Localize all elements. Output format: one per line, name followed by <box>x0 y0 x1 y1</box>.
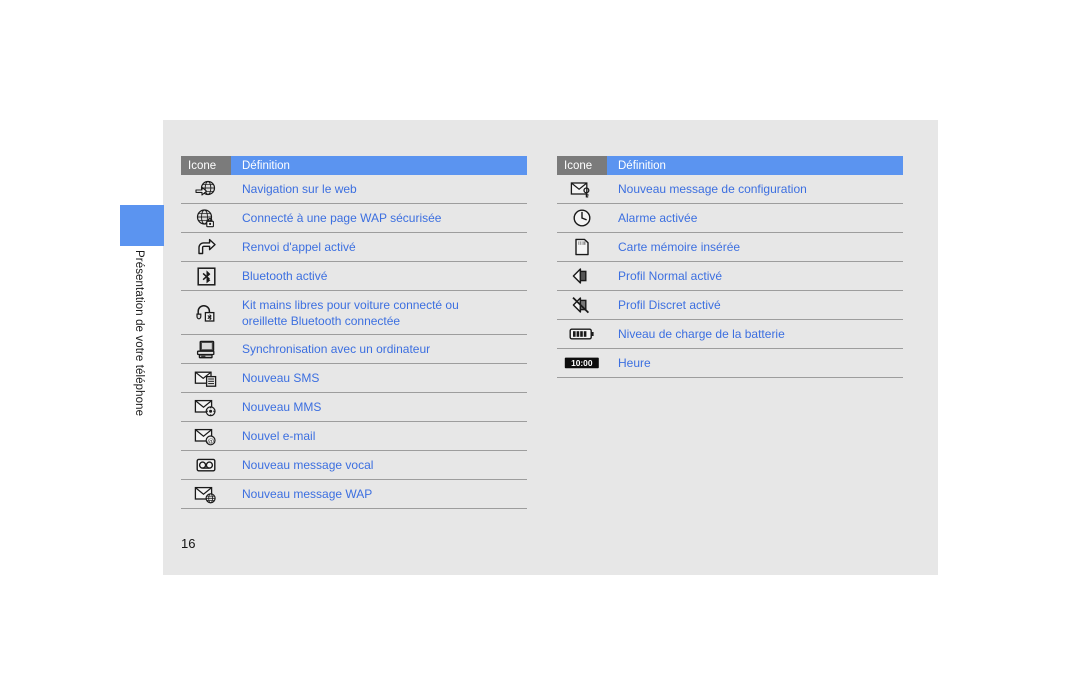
table-row: Nouveau message WAP <box>181 480 527 509</box>
table-header-left: Icone Définition <box>181 156 527 175</box>
table-row: Carte mémoire insérée <box>557 233 903 262</box>
envelope-sms-icon <box>181 369 231 388</box>
icon-table-right: Icone Définition Nouveau message de conf… <box>557 156 903 378</box>
header-cell-icone: Icone <box>557 156 607 175</box>
definition-text: Profil Discret activé <box>618 298 721 312</box>
table-row: Alarme activée <box>557 204 903 233</box>
table-header-right: Icone Définition <box>557 156 903 175</box>
definition-text: Niveau de charge de la batterie <box>618 327 785 341</box>
page-number: 16 <box>181 536 196 551</box>
envelope-config-icon <box>557 180 607 199</box>
svg-text:@: @ <box>207 436 214 445</box>
table-row: Connecté à une page WAP sécurisée <box>181 204 527 233</box>
definition-text: Nouveau message vocal <box>242 458 374 472</box>
bluetooth-icon <box>181 266 231 286</box>
header-cell-definition: Définition <box>231 156 527 175</box>
definition-text: Profil Normal activé <box>618 269 723 283</box>
table-row: Renvoi d'appel activé <box>181 233 527 262</box>
speaker-mute-icon <box>557 296 607 314</box>
clock-time-text: 10:00 <box>571 358 593 368</box>
globe-web-icon <box>181 179 231 199</box>
speaker-on-icon <box>557 267 607 285</box>
definition-text: Navigation sur le web <box>242 182 357 196</box>
envelope-wap-icon <box>181 485 231 504</box>
battery-icon <box>557 327 607 341</box>
table-row: Kit mains libres pour voiture connecté o… <box>181 291 527 335</box>
table-row: Nouveau MMS <box>181 393 527 422</box>
table-row: Profil Discret activé <box>557 291 903 320</box>
table-row: Navigation sur le web <box>181 175 527 204</box>
definition-text-line2: oreillette Bluetooth connectée <box>242 313 401 328</box>
icon-table-left: Icone Définition Navigation sur le web C… <box>181 156 527 509</box>
header-cell-definition: Définition <box>607 156 903 175</box>
chapter-tab-marker <box>120 205 164 246</box>
globe-lock-icon <box>181 208 231 228</box>
definition-text: Bluetooth activé <box>242 269 328 283</box>
table-row: Nouveau message vocal <box>181 451 527 480</box>
computer-sync-icon <box>181 340 231 359</box>
clock-time-icon: 10:00 <box>557 356 607 370</box>
table-row: Bluetooth activé <box>181 262 527 291</box>
definition-text: Alarme activée <box>618 211 698 225</box>
table-row: 10:00 Heure <box>557 349 903 378</box>
headset-bluetooth-icon <box>181 303 231 323</box>
memory-card-icon <box>557 237 607 257</box>
definition-text-line1: Kit mains libres pour voiture connecté o… <box>242 297 459 312</box>
table-row: Nouveau SMS <box>181 364 527 393</box>
table-row: Profil Normal activé <box>557 262 903 291</box>
definition-text: Synchronisation avec un ordinateur <box>242 342 431 356</box>
definition-text: Nouveau message de configuration <box>618 182 807 196</box>
manual-page-screenshot: Présentation de votre téléphone Icone Dé… <box>0 0 1080 696</box>
definition-text: Nouveau MMS <box>242 400 322 414</box>
definition-text: Nouvel e-mail <box>242 429 316 443</box>
chapter-label: Présentation de votre téléphone <box>133 250 145 417</box>
table-row: @ Nouvel e-mail <box>181 422 527 451</box>
table-row: Niveau de charge de la batterie <box>557 320 903 349</box>
definition-text: Kit mains libres pour voiture connecté o… <box>231 297 527 329</box>
voicemail-icon <box>181 456 231 474</box>
definition-text: Nouveau message WAP <box>242 487 373 501</box>
definition-text: Connecté à une page WAP sécurisée <box>242 211 442 225</box>
alarm-clock-icon <box>557 208 607 228</box>
definition-text: Heure <box>618 356 651 370</box>
envelope-mms-icon <box>181 398 231 417</box>
table-row: Nouveau message de configuration <box>557 175 903 204</box>
definition-text: Carte mémoire insérée <box>618 240 741 254</box>
header-cell-icone: Icone <box>181 156 231 175</box>
envelope-email-icon: @ <box>181 427 231 446</box>
definition-text: Renvoi d'appel activé <box>242 240 356 254</box>
table-row: Synchronisation avec un ordinateur <box>181 335 527 364</box>
definition-text: Nouveau SMS <box>242 371 320 385</box>
call-forward-arrow-icon <box>181 237 231 257</box>
